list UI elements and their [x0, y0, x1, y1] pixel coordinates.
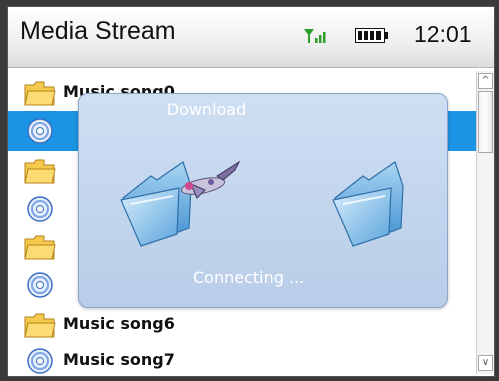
disc-icon	[27, 118, 53, 144]
battery-icon	[355, 28, 389, 47]
status-header: Media Stream 12:01	[8, 7, 494, 68]
vertical-scrollbar[interactable]: ^ ∨	[476, 71, 494, 374]
list-item[interactable]: Music song6	[8, 305, 476, 345]
disc-icon	[27, 272, 53, 298]
folder-icon	[24, 313, 56, 338]
dialog-title: Download	[166, 100, 247, 119]
scroll-up-button[interactable]: ^	[478, 73, 493, 89]
transfer-plane-icon	[180, 160, 241, 199]
scroll-thumb[interactable]	[478, 91, 493, 153]
folder-icon	[24, 235, 56, 260]
disc-icon	[27, 348, 53, 374]
list-item-label: Music song7	[63, 350, 175, 369]
list-item-label: Music song6	[63, 314, 175, 333]
download-dialog: Download Connecting ...	[78, 93, 448, 308]
list-item[interactable]: Music song7	[8, 341, 476, 376]
folder-icon	[24, 159, 56, 184]
app-title: Media Stream	[20, 17, 176, 45]
disc-icon	[27, 196, 53, 222]
clock: 12:01	[414, 21, 472, 47]
connection-status: Connecting ...	[193, 268, 305, 287]
device-screen: Media Stream 12:01 Music song0 Music son…	[7, 6, 495, 377]
destination-folder-icon	[332, 161, 404, 247]
scroll-down-button[interactable]: ∨	[478, 355, 493, 371]
folder-icon	[24, 81, 56, 106]
signal-strength-icon	[304, 27, 330, 47]
